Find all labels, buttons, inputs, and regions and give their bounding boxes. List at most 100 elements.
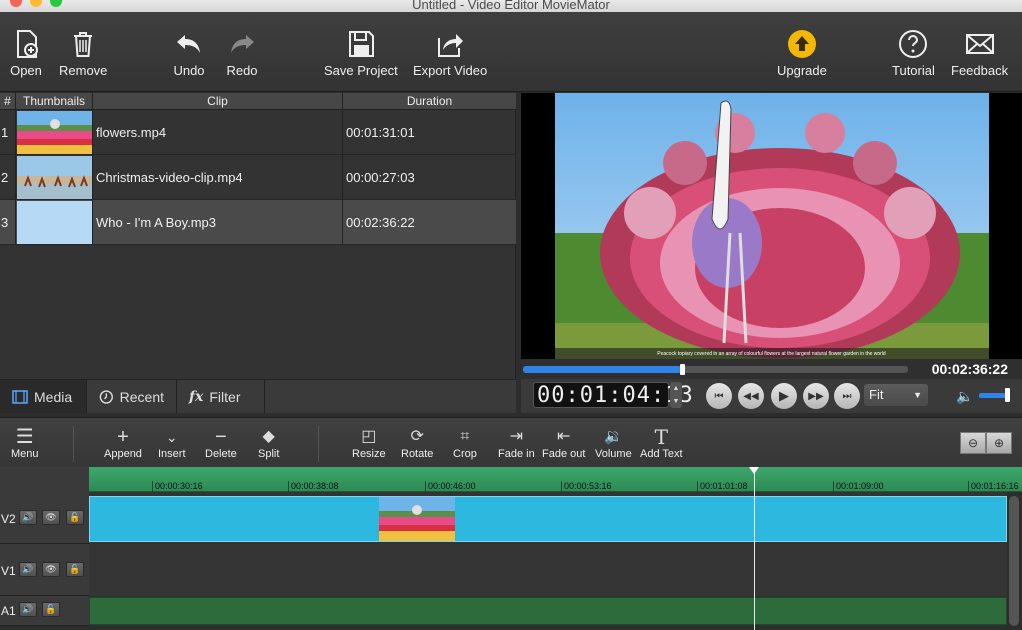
export-video-button[interactable]: Export Video bbox=[413, 28, 487, 78]
fit-select-value: Fit bbox=[869, 387, 884, 402]
minus-icon: − bbox=[215, 426, 227, 448]
fade-out-button[interactable]: ⇤ Fade out bbox=[542, 426, 585, 460]
scrub-handle[interactable] bbox=[680, 364, 685, 375]
header-duration[interactable]: Duration bbox=[343, 94, 516, 108]
timeline-vertical-scrollbar[interactable] bbox=[1009, 496, 1019, 626]
header-thumbnails[interactable]: Thumbnails bbox=[16, 94, 92, 108]
timeline-playhead[interactable] bbox=[754, 467, 755, 630]
plus-icon: + bbox=[117, 426, 129, 448]
mute-track-button[interactable]: 🔊 bbox=[19, 602, 37, 617]
delete-button[interactable]: − Delete bbox=[205, 426, 237, 460]
skip-start-icon: ⏮ bbox=[714, 390, 724, 402]
lock-track-button[interactable]: 🔓 bbox=[66, 510, 84, 525]
tab-media[interactable]: Media bbox=[0, 380, 87, 413]
video-clip-v2[interactable] bbox=[89, 496, 1007, 542]
tab-recent[interactable]: Recent bbox=[87, 380, 177, 413]
track-lane-v1[interactable] bbox=[89, 544, 1007, 596]
volume-speaker-icon[interactable]: 🔈 bbox=[956, 388, 973, 405]
fast-forward-button[interactable]: ▶▶ bbox=[803, 383, 829, 409]
upgrade-button[interactable]: Upgrade bbox=[777, 28, 827, 78]
clip-thumbnail-christmas bbox=[17, 156, 92, 199]
skip-to-start-button[interactable]: ⏮ bbox=[706, 383, 732, 409]
playhead-marker-icon[interactable] bbox=[749, 467, 759, 474]
timecode-field[interactable]: 00:01:04:13 bbox=[533, 382, 693, 408]
clip-number: 1 bbox=[1, 125, 9, 140]
redo-button[interactable]: Redo bbox=[226, 28, 258, 78]
fade-in-icon: ⇥ bbox=[509, 428, 524, 445]
text-t-icon: T bbox=[654, 425, 668, 449]
scrub-progress bbox=[523, 366, 681, 373]
volume-slider-handle[interactable] bbox=[1005, 388, 1010, 402]
tutorial-button[interactable]: Tutorial bbox=[892, 28, 935, 78]
track-header-v2: V2 🔊 👁 🔓 bbox=[0, 492, 89, 544]
scrub-track[interactable] bbox=[523, 364, 908, 375]
add-text-button[interactable]: T Add Text bbox=[640, 426, 683, 460]
save-project-label: Save Project bbox=[324, 63, 398, 78]
ruler-label: 00:01:16:16 bbox=[968, 481, 1019, 492]
library-tabs: Media Recent fx Filter bbox=[0, 379, 516, 413]
lock-track-button[interactable]: 🔓 bbox=[66, 562, 84, 577]
append-button[interactable]: + Append bbox=[104, 426, 142, 460]
preview-scrubber[interactable]: 00:02:36:22 bbox=[521, 359, 1022, 379]
clip-number: 3 bbox=[1, 215, 9, 230]
rewind-icon: ◀◀ bbox=[743, 390, 759, 402]
rewind-button[interactable]: ◀◀ bbox=[738, 383, 764, 409]
total-duration: 00:02:36:22 bbox=[931, 361, 1008, 377]
insert-button[interactable]: ⌄ Insert bbox=[158, 426, 186, 460]
play-button[interactable]: ▶ bbox=[771, 383, 797, 409]
eye-icon: 👁 bbox=[45, 564, 57, 574]
timecode-stepper[interactable]: ▲ ▼ bbox=[670, 382, 682, 408]
track-lane-v2[interactable] bbox=[89, 492, 1007, 544]
mute-track-button[interactable]: 🔊 bbox=[19, 510, 37, 525]
track-header-a1: A1 🔊 🔓 bbox=[0, 596, 89, 626]
delete-label: Delete bbox=[205, 448, 237, 460]
open-label: Open bbox=[10, 63, 42, 78]
volume-slider-track[interactable] bbox=[979, 393, 1008, 398]
volume-button[interactable]: 🔉 Volume bbox=[595, 426, 632, 460]
column-divider bbox=[15, 93, 16, 244]
mute-track-button[interactable]: 🔊 bbox=[19, 562, 37, 577]
remove-button[interactable]: Remove bbox=[59, 28, 107, 78]
menu-label: Menu bbox=[11, 448, 39, 460]
resize-button[interactable]: ◰ Resize bbox=[352, 426, 386, 460]
export-video-label: Export Video bbox=[413, 63, 488, 78]
rotate-button[interactable]: ⟳ Rotate bbox=[401, 426, 433, 460]
hide-track-button[interactable]: 👁 bbox=[42, 562, 60, 577]
clip-row-who-im-a-boy[interactable]: 3 Who - I'm A Boy.mp3 00:02:36:22 bbox=[0, 200, 516, 245]
fx-icon: fx bbox=[189, 388, 204, 405]
undo-button[interactable]: Undo bbox=[173, 28, 205, 78]
chevron-down-icon: ⌄ bbox=[165, 429, 178, 445]
lock-track-button[interactable]: 🔓 bbox=[42, 602, 60, 617]
header-clip[interactable]: Clip bbox=[93, 94, 342, 108]
header-number[interactable]: # bbox=[0, 94, 15, 108]
open-button[interactable]: Open bbox=[10, 28, 42, 78]
audio-clip-a1[interactable] bbox=[89, 597, 1007, 625]
zoom-fit-select[interactable]: Fit ▼ bbox=[864, 384, 928, 406]
skip-to-end-button[interactable]: ⏭ bbox=[834, 383, 860, 409]
timeline-ruler[interactable]: 00:00:30:16 00:00:38:08 00:00:46:00 00:0… bbox=[89, 467, 1022, 492]
clip-row-christmas[interactable]: 2 Christmas-video-clip.mp4 00:00:27:03 bbox=[0, 155, 516, 200]
hide-track-button[interactable]: 👁 bbox=[42, 510, 60, 525]
tab-filter[interactable]: fx Filter bbox=[177, 380, 265, 413]
lock-icon: 🔓 bbox=[69, 564, 81, 574]
clip-row-flowers[interactable]: 1 flowers.mp4 00:01:31:01 bbox=[0, 110, 516, 155]
toolbar-separator bbox=[318, 426, 319, 462]
clock-icon bbox=[99, 389, 113, 404]
tab-recent-label: Recent bbox=[119, 388, 164, 405]
undo-label: Undo bbox=[173, 63, 205, 78]
timeline-menu-button[interactable]: ☰ Menu bbox=[11, 426, 39, 460]
zoom-in-button[interactable]: ⊕ bbox=[986, 432, 1012, 454]
speaker-icon: 🔊 bbox=[22, 512, 34, 522]
preview-frame-image bbox=[555, 93, 989, 359]
ruler-label: 00:01:09:00 bbox=[833, 481, 884, 492]
zoom-out-button[interactable]: ⊖ bbox=[960, 432, 986, 454]
crop-button[interactable]: ⌗ Crop bbox=[453, 426, 477, 460]
fade-in-button[interactable]: ⇥ Fade in bbox=[498, 426, 535, 460]
feedback-button[interactable]: Feedback bbox=[951, 28, 1008, 78]
split-button[interactable]: ◆ Split bbox=[258, 426, 279, 460]
clip-number: 2 bbox=[1, 170, 9, 185]
video-preview[interactable]: Peacock topiary covered in an array of c… bbox=[521, 93, 1022, 359]
clip-thumbnail-flowers bbox=[17, 111, 92, 154]
save-project-button[interactable]: Save Project bbox=[324, 28, 398, 78]
crop-label: Crop bbox=[453, 448, 477, 460]
